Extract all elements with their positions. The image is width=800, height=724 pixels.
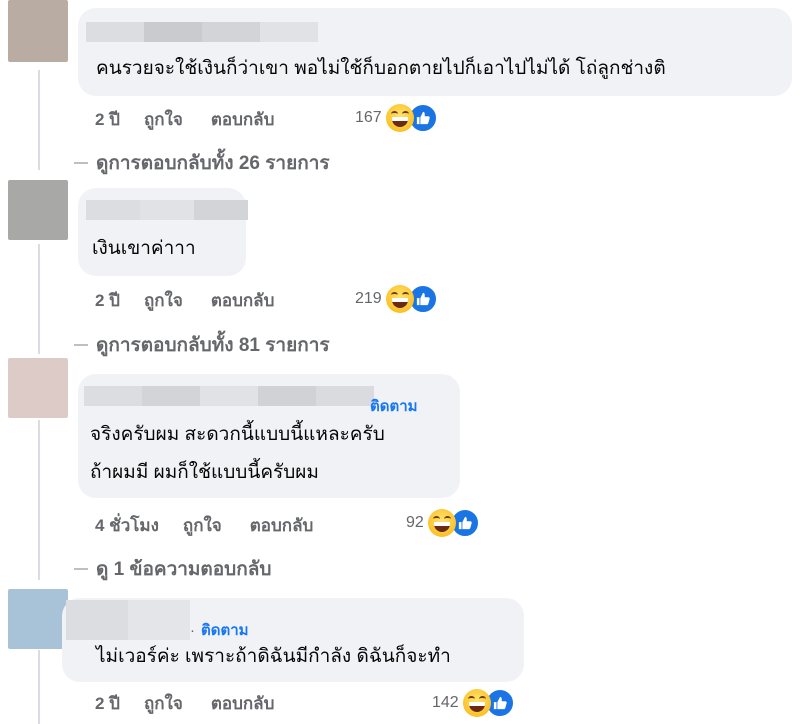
reply-button[interactable]: ตอบกลับ	[211, 690, 275, 717]
reaction-summary[interactable]: 142	[432, 688, 515, 718]
comment-text-line: จริงครับผม สะดวกนี้แบบนี้แหละครับ	[90, 424, 385, 445]
reaction-count: 219	[355, 290, 382, 307]
like-button[interactable]: ถูกใจ	[144, 287, 183, 314]
separator-dot: ·	[190, 622, 195, 639]
comment-bubble: เงินเขาค่าาา	[78, 188, 248, 276]
reply-connector	[74, 568, 88, 570]
comment-meta: 4 ชั่วโมง ถูกใจ ตอบกลับ	[95, 512, 313, 539]
comment-time[interactable]: 2 ปี	[95, 106, 120, 133]
thread-line	[38, 650, 40, 724]
like-button[interactable]: ถูกใจ	[144, 690, 183, 717]
avatar[interactable]	[8, 0, 68, 62]
follow-label: ติดตาม	[201, 622, 249, 639]
comment-meta: 2 ปี ถูกใจ ตอบกลับ	[95, 287, 274, 314]
comment-time[interactable]: 2 ปี	[95, 287, 120, 314]
comment-text: คนรวยจะใช้เงินก็ว่าเขา พอไม่ใช้ก็บอกตายไ…	[96, 58, 666, 79]
follow-button[interactable]: ติดตาม	[370, 394, 418, 418]
comment-time[interactable]: 4 ชั่วโมง	[95, 512, 159, 539]
haha-icon	[385, 285, 414, 313]
view-replies-link[interactable]: ดูการตอบกลับทั้ง 81 รายการ	[74, 330, 330, 360]
comment-text-line: ถ้าผมมี ผมก็ใช้แบบนี้ครับผม	[90, 462, 319, 483]
comment-text: ไม่เวอร์ค่ะ เพราะถ้าดิฉันมีกำลัง ดิฉันก็…	[96, 646, 451, 667]
view-replies-label: ดูการตอบกลับทั้ง 26 รายการ	[96, 153, 330, 174]
view-replies-link[interactable]: ดู 1 ข้อความตอบกลับ	[74, 554, 271, 584]
like-button[interactable]: ถูกใจ	[144, 106, 183, 133]
reaction-summary[interactable]: 167	[355, 103, 438, 133]
author-name-redacted[interactable]	[86, 200, 248, 220]
haha-icon	[427, 509, 456, 537]
like-button[interactable]: ถูกใจ	[183, 512, 222, 539]
comment-text: เงินเขาค่าาา	[92, 238, 196, 259]
view-replies-label: ดู 1 ข้อความตอบกลับ	[96, 559, 272, 580]
reply-button[interactable]: ตอบกลับ	[211, 106, 275, 133]
thread-line	[38, 70, 40, 170]
reply-connector	[74, 344, 88, 346]
thread-line	[38, 420, 40, 580]
reaction-count: 142	[432, 694, 459, 711]
comment-bubble: คนรวยจะใช้เงินก็ว่าเขา พอไม่ใช้ก็บอกตายไ…	[78, 8, 792, 96]
haha-icon	[462, 689, 491, 717]
comment-meta: 2 ปี ถูกใจ ตอบกลับ	[95, 106, 274, 133]
follow-button[interactable]: · ติดตาม	[190, 618, 249, 642]
comment-bubble: · ติดตาม ไม่เวอร์ค่ะ เพราะถ้าดิฉันมีกำลัง…	[62, 598, 524, 682]
thread-line	[38, 244, 40, 354]
view-replies-label: ดูการตอบกลับทั้ง 81 รายการ	[96, 335, 330, 356]
author-name-redacted[interactable]	[86, 22, 318, 42]
reaction-count: 167	[355, 109, 382, 126]
reaction-count: 92	[406, 514, 424, 531]
avatar[interactable]	[8, 589, 68, 649]
reaction-summary[interactable]: 92	[406, 508, 480, 538]
reply-connector	[74, 162, 88, 164]
avatar[interactable]	[8, 358, 68, 418]
reaction-summary[interactable]: 219	[355, 284, 438, 314]
comment-bubble: ติดตาม จริงครับผม สะดวกนี้แบบนี้แหละครับ…	[78, 374, 460, 498]
author-name-redacted[interactable]	[66, 600, 190, 640]
avatar[interactable]	[8, 180, 68, 240]
comment-meta: 2 ปี ถูกใจ ตอบกลับ	[95, 690, 274, 717]
author-name-redacted[interactable]	[84, 386, 374, 406]
reply-button[interactable]: ตอบกลับ	[211, 287, 275, 314]
reply-button[interactable]: ตอบกลับ	[250, 512, 314, 539]
comment-time[interactable]: 2 ปี	[95, 690, 120, 717]
view-replies-link[interactable]: ดูการตอบกลับทั้ง 26 รายการ	[74, 148, 330, 178]
haha-icon	[385, 104, 414, 132]
